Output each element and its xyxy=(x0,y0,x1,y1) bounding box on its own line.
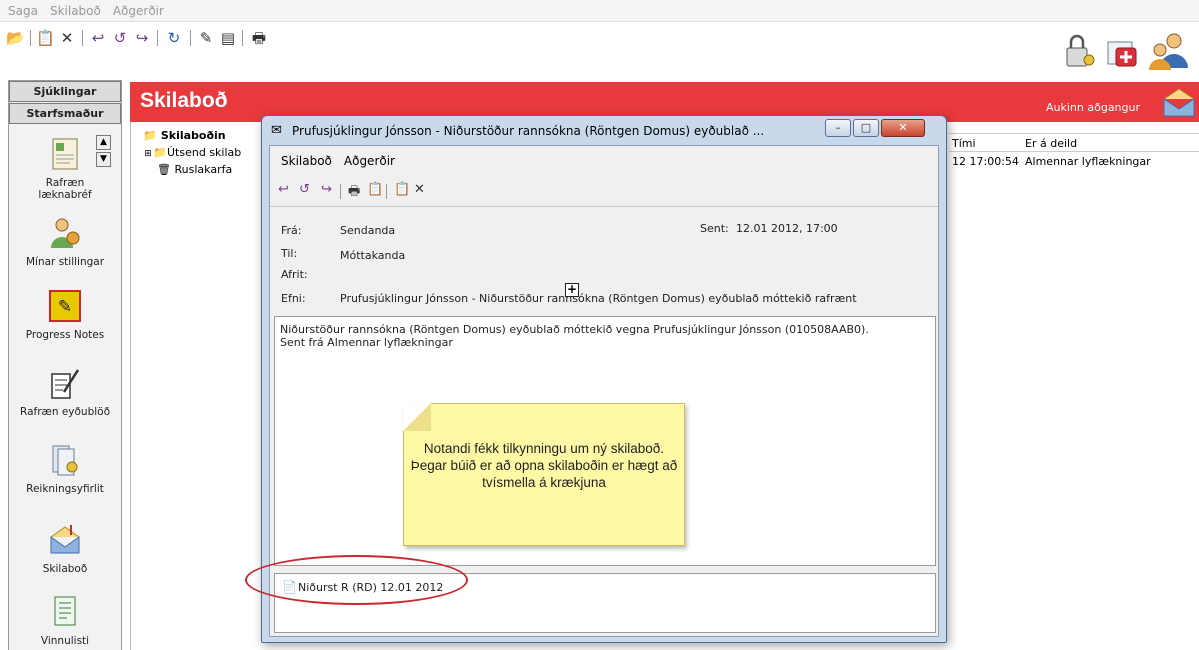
print-icon[interactable]: 🖶 xyxy=(348,182,360,204)
mail-icon xyxy=(50,525,80,554)
cc-label: Afrit: xyxy=(281,268,308,281)
nav-item-label: Progress Notes xyxy=(25,329,105,341)
minimize-button[interactable]: – xyxy=(825,119,851,137)
page-title: Skilaboð xyxy=(140,89,228,112)
forward-icon[interactable]: ↪ xyxy=(321,182,332,197)
toolbar-separator xyxy=(30,30,31,46)
subject-label: Efni: xyxy=(281,292,306,305)
nav-item-rafraen-eydublod[interactable]: Rafræn eyðublöð xyxy=(9,366,121,418)
list-icon[interactable]: ▤ xyxy=(219,29,237,47)
forward-icon[interactable]: ↪ xyxy=(133,29,151,47)
toolbar-separator xyxy=(82,30,83,46)
form-pen-icon xyxy=(51,369,80,399)
tab-starfsmadur[interactable]: Starfsmaður xyxy=(9,103,121,124)
column-header-department[interactable]: Er á deild xyxy=(1025,137,1077,150)
sticky-note-fold xyxy=(403,403,431,431)
divider xyxy=(949,133,1199,134)
envelope-icon: ✉ xyxy=(271,123,282,138)
access-label: Aukinn aðgangur xyxy=(1046,101,1141,114)
sent-label: Sent: xyxy=(700,222,729,235)
reply-all-icon[interactable]: ↺ xyxy=(111,29,129,47)
toolbar-separator xyxy=(386,184,387,199)
lock-key-icon[interactable] xyxy=(1064,34,1096,70)
mail-icon xyxy=(1163,88,1195,117)
ledger-icon xyxy=(52,445,78,476)
row-department-cell[interactable]: Almennar lyflækningar xyxy=(1025,155,1151,168)
toolbar-separator xyxy=(157,30,158,46)
reply-all-icon[interactable]: ↺ xyxy=(299,182,310,197)
menu-bar: Saga Skilaboð Aðgerðir xyxy=(0,0,1199,22)
menu-skilabod[interactable]: Skilaboð xyxy=(270,154,332,168)
row-time-cell[interactable]: 12 17:00:54 xyxy=(952,155,1019,168)
window-title: Prufusjúklingur Jónsson - Niðurstöður ra… xyxy=(292,124,765,138)
menu-adgerdir[interactable]: Aðgerðir xyxy=(107,4,170,18)
open-icon[interactable]: 📂 xyxy=(6,29,25,47)
toolbar-separator xyxy=(190,30,191,46)
maximize-button[interactable]: □ xyxy=(853,119,879,137)
expand-icon[interactable]: ⊞ xyxy=(143,149,153,159)
sent-value: 12.01 2012, 17:00 xyxy=(736,222,838,235)
from-value: Sendanda xyxy=(340,224,396,237)
move-cursor-icon: + xyxy=(565,282,579,297)
toolbar-separator xyxy=(242,30,243,46)
folder-icon: 📁 xyxy=(143,129,157,142)
subject-value: Prufusjúklingur Jónsson - Niðurstöður ra… xyxy=(340,292,857,305)
sticky-note-text: Notandi fékk tilkynningu um ný skilaboð.… xyxy=(410,441,678,490)
close-button[interactable]: ✕ xyxy=(881,119,925,137)
print-icon[interactable]: 🖶 xyxy=(250,29,268,47)
body-line: Sent frá Almennar lyflækningar xyxy=(280,336,453,349)
menu-saga[interactable]: Saga xyxy=(0,4,44,18)
toolbar-separator xyxy=(340,184,341,199)
to-value: Móttakanda xyxy=(340,249,406,262)
nav-item-label: Mínar stillingar xyxy=(25,256,105,268)
menu-skilabod[interactable]: Skilaboð xyxy=(44,4,107,18)
nav-item-label: Reikningsyfirlit xyxy=(26,483,104,495)
folder-icon: 📁 xyxy=(153,146,167,159)
divider xyxy=(270,206,938,207)
menu-adgerdir[interactable]: Aðgerðir xyxy=(332,154,395,168)
nav-item-label: Skilaboð xyxy=(42,563,88,575)
trash-icon: 🗑 xyxy=(157,163,171,176)
nav-item-skilabod[interactable]: Skilaboð xyxy=(9,523,121,575)
delete-icon[interactable]: ✕ xyxy=(414,182,425,197)
message-toolbar: ↩ ↺ ↪ 🖶 📋 📋 ✕ xyxy=(270,176,938,204)
to-label: Til: xyxy=(281,247,298,260)
message-menu-bar: Skilaboð Aðgerðir xyxy=(270,146,938,176)
copy-icon[interactable]: 📋 xyxy=(367,182,383,197)
user-settings-icon xyxy=(51,218,80,248)
medical-card-icon[interactable] xyxy=(1106,36,1140,70)
toolbar: 📂 📋 ✕ ↩ ↺ ↪ ↻ ✎ ▤ 🖶 xyxy=(0,22,1199,80)
nav-item-minar-stillingar[interactable]: Mínar stillingar xyxy=(9,216,121,268)
column-header-time[interactable]: Tími xyxy=(952,137,976,150)
delete-icon[interactable]: ✕ xyxy=(58,29,76,47)
refresh-icon[interactable]: ↻ xyxy=(165,29,183,47)
from-label: Frá: xyxy=(281,224,302,237)
body-line: Niðurstöður rannsókna (Röntgen Domus) ey… xyxy=(280,323,869,336)
nav-item-reikningsyfirlit[interactable]: Reikningsyfirlit xyxy=(9,443,121,495)
progress-notes-icon: ✎ xyxy=(49,290,81,322)
attachment-highlight xyxy=(245,555,468,605)
divider xyxy=(949,151,1199,152)
reply-icon[interactable]: ↩ xyxy=(89,29,107,47)
edit-icon[interactable]: ✎ xyxy=(197,29,215,47)
svg-text:✎: ✎ xyxy=(58,297,72,317)
new-message-icon[interactable]: 📋 xyxy=(36,29,55,47)
tab-sjuklingar[interactable]: Sjúklingar xyxy=(9,81,121,102)
users-icon[interactable] xyxy=(1148,32,1188,70)
new-message-icon[interactable]: 📋 xyxy=(394,182,410,197)
worklist-icon xyxy=(54,596,76,626)
letter-icon xyxy=(52,138,78,170)
nav-item-progress-notes[interactable]: ✎ Progress Notes xyxy=(9,289,121,341)
reply-icon[interactable]: ↩ xyxy=(278,182,289,197)
nav-item-label: Vinnulisti xyxy=(40,635,90,647)
nav-item-label: Rafræn eyðublöð xyxy=(20,406,110,418)
tree-item-utsend[interactable]: ⊞📁Útsend skilab xyxy=(143,146,241,159)
tree-item-ruslakarfa[interactable]: 🗑 Ruslakarfa xyxy=(157,163,232,176)
tree-item-skilabodin[interactable]: 📁 Skilaboðin xyxy=(143,129,226,142)
nav-item-rafraen-laeknabref[interactable]: Rafræn læknabréf xyxy=(9,137,121,201)
nav-item-vinnulisti[interactable]: Vinnulisti xyxy=(9,595,121,647)
nav-item-label: Rafræn læknabréf xyxy=(38,177,92,201)
left-navigation: Sjúklingar Starfsmaður ▲ ▼ Rafræn læknab… xyxy=(8,80,122,650)
